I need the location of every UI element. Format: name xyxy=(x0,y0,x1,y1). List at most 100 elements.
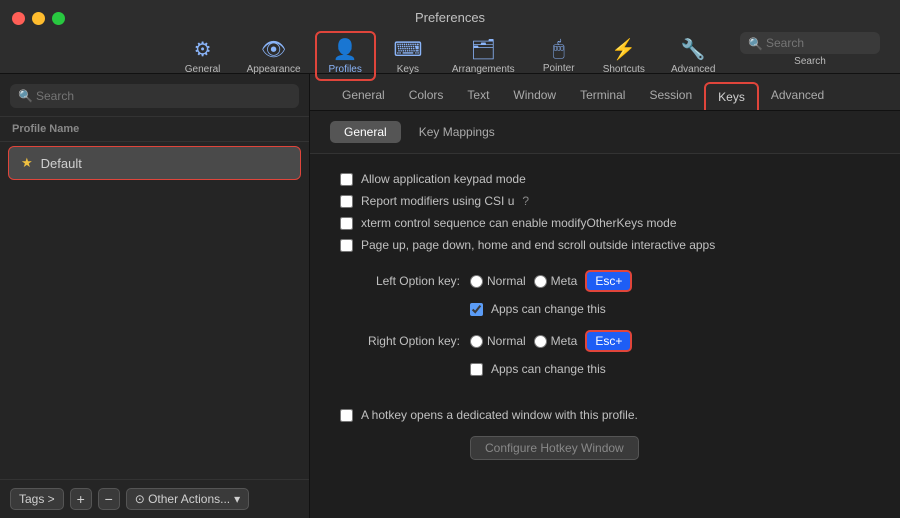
profile-item-default[interactable]: ★ Default xyxy=(8,146,301,180)
arrangements-toolbar-label: Arrangements xyxy=(452,64,515,75)
pointer-toolbar-icon: 🖱 xyxy=(553,38,565,61)
other-actions-label: ⊙ Other Actions... xyxy=(135,492,230,506)
minimize-button[interactable] xyxy=(32,12,45,25)
right-option-key-row: Right Option key: Normal Meta Esc+ xyxy=(340,330,870,352)
checkbox-row-report_modifiers: Report modifiers using CSI u? xyxy=(340,194,870,208)
profile-tab-session[interactable]: Session xyxy=(637,82,704,110)
left-option-normal-radio[interactable] xyxy=(470,275,483,288)
profile-tab-window[interactable]: Window xyxy=(501,82,568,110)
search-bar-toolbar: 🔍 Search xyxy=(740,32,880,67)
profile-tab-terminal[interactable]: Terminal xyxy=(568,82,637,110)
checkbox-report_modifiers[interactable] xyxy=(340,195,353,208)
fullscreen-button[interactable] xyxy=(52,12,65,25)
hotkey-label: A hotkey opens a dedicated window with t… xyxy=(361,408,638,422)
checkbox-row-page_scroll: Page up, page down, home and end scroll … xyxy=(340,238,870,252)
advanced-toolbar-icon: 🔧 xyxy=(681,37,706,62)
checkbox-page_scroll[interactable] xyxy=(340,239,353,252)
left-option-normal: Normal xyxy=(470,274,526,288)
toolbar-item-pointer[interactable]: 🖱 Pointer xyxy=(529,34,589,78)
main-content: 🔍 Profile Name ★ Default Tags > + − ⊙ Ot… xyxy=(0,74,900,518)
general-toolbar-icon: ⚙ xyxy=(194,37,212,62)
sub-tab-key_mappings[interactable]: Key Mappings xyxy=(405,121,509,143)
profile-tab-advanced[interactable]: Advanced xyxy=(759,82,836,110)
profile-tab-text[interactable]: Text xyxy=(455,82,501,110)
other-actions-button[interactable]: ⊙ Other Actions... ▾ xyxy=(126,488,249,510)
hotkey-checkbox-row: A hotkey opens a dedicated window with t… xyxy=(340,408,870,422)
advanced-toolbar-label: Advanced xyxy=(671,64,715,75)
toolbar-item-keys[interactable]: ⌨Keys xyxy=(378,33,438,79)
settings-content: Allow application keypad mode Report modi… xyxy=(310,154,900,518)
appearance-toolbar-label: Appearance xyxy=(247,64,301,75)
chevron-down-icon: ▾ xyxy=(234,492,240,506)
right-option-radio-group: Normal Meta Esc+ xyxy=(470,330,632,352)
right-option-meta-label: Meta xyxy=(551,334,578,348)
toolbar: ⚙General👁Appearance 👤 Profiles ⌨Keys 🗂 Arrang… xyxy=(73,31,828,81)
right-option-normal: Normal xyxy=(470,334,526,348)
right-apps-change-label: Apps can change this xyxy=(491,362,606,376)
left-option-normal-label: Normal xyxy=(487,274,526,288)
checkbox-xterm_control[interactable] xyxy=(340,217,353,230)
remove-profile-button[interactable]: − xyxy=(98,488,120,510)
default-star-icon: ★ xyxy=(21,155,33,171)
shortcuts-toolbar-icon: ⚡ xyxy=(611,37,636,62)
tags-button[interactable]: Tags > xyxy=(10,488,64,510)
checkbox-label-page_scroll: Page up, page down, home and end scroll … xyxy=(361,238,715,252)
sidebar-search-input[interactable] xyxy=(10,84,299,108)
toolbar-item-shortcuts[interactable]: ⚡ Shortcuts xyxy=(591,33,657,79)
keys-toolbar-icon: ⌨ xyxy=(393,37,422,62)
checkbox-row-xterm_control: xterm control sequence can enable modify… xyxy=(340,216,870,230)
toolbar-item-arrangements[interactable]: 🗂 Arrangements xyxy=(440,33,527,79)
pointer-toolbar-label: Pointer xyxy=(543,63,575,74)
left-option-esc-button[interactable]: Esc+ xyxy=(585,270,632,292)
toolbar-search-wrap: 🔍 Search xyxy=(740,32,880,67)
profile-tab-colors[interactable]: Colors xyxy=(397,82,456,110)
checkbox-label-app_keypad: Allow application keypad mode xyxy=(361,172,526,186)
close-button[interactable] xyxy=(12,12,25,25)
profiles-toolbar-label: Profiles xyxy=(329,64,362,75)
sidebar-search-icon: 🔍 xyxy=(18,89,33,103)
sidebar: 🔍 Profile Name ★ Default Tags > + − ⊙ Ot… xyxy=(0,74,310,518)
checkbox-label-xterm_control: xterm control sequence can enable modify… xyxy=(361,216,677,230)
left-option-radio-group: Normal Meta Esc+ xyxy=(470,270,632,292)
profile-list-header: Profile Name xyxy=(0,117,309,142)
arrangements-toolbar-icon: 🗂 xyxy=(471,37,496,62)
right-option-key-label: Right Option key: xyxy=(340,334,460,348)
window-title: Preferences xyxy=(415,10,485,25)
sub-tab-general[interactable]: General xyxy=(330,121,401,143)
titlebar: Preferences ⚙General👁Appearance👤Profiles… xyxy=(0,0,900,74)
hotkey-section: A hotkey opens a dedicated window with t… xyxy=(340,408,870,460)
toolbar-item-profiles[interactable]: 👤 Profiles xyxy=(315,31,376,81)
left-option-key-label: Left Option key: xyxy=(340,274,460,288)
left-option-meta-radio[interactable] xyxy=(534,275,547,288)
left-apps-can-change-row: Apps can change this xyxy=(340,302,870,316)
profile-name-default: Default xyxy=(41,156,82,171)
right-option-normal-label: Normal xyxy=(487,334,526,348)
toolbar-item-general[interactable]: ⚙General xyxy=(173,33,233,79)
shortcuts-toolbar-label: Shortcuts xyxy=(603,64,645,75)
sidebar-footer: Tags > + − ⊙ Other Actions... ▾ xyxy=(0,479,309,518)
checkbox-app_keypad[interactable] xyxy=(340,173,353,186)
right-panel: GeneralColorsTextWindowTerminalSessionKe… xyxy=(310,74,900,518)
right-option-esc-button[interactable]: Esc+ xyxy=(585,330,632,352)
profile-tab-general[interactable]: General xyxy=(330,82,397,110)
toolbar-search-icon: 🔍 xyxy=(748,37,763,51)
profile-tab-keys[interactable]: Keys xyxy=(704,82,759,110)
sub-tabs: GeneralKey Mappings xyxy=(310,111,900,154)
traffic-lights xyxy=(12,12,65,25)
right-option-normal-radio[interactable] xyxy=(470,335,483,348)
profiles-toolbar-icon: 👤 xyxy=(333,37,358,62)
checkboxes-group: Allow application keypad mode Report modi… xyxy=(340,172,870,252)
sidebar-search-wrap: 🔍 xyxy=(10,84,299,108)
configure-hotkey-button[interactable]: Configure Hotkey Window xyxy=(470,436,639,460)
left-option-key-row: Left Option key: Normal Meta Esc+ xyxy=(340,270,870,292)
right-apps-change-checkbox[interactable] xyxy=(470,363,483,376)
checkbox-label-report_modifiers: Report modifiers using CSI u xyxy=(361,194,514,208)
toolbar-item-advanced[interactable]: 🔧 Advanced xyxy=(659,33,727,79)
toolbar-item-appearance[interactable]: 👁Appearance xyxy=(235,33,313,79)
left-apps-change-checkbox[interactable] xyxy=(470,303,483,316)
hotkey-checkbox[interactable] xyxy=(340,409,353,422)
left-option-meta-label: Meta xyxy=(551,274,578,288)
add-profile-button[interactable]: + xyxy=(70,488,92,510)
right-option-meta-radio[interactable] xyxy=(534,335,547,348)
help-icon: ? xyxy=(522,194,529,208)
